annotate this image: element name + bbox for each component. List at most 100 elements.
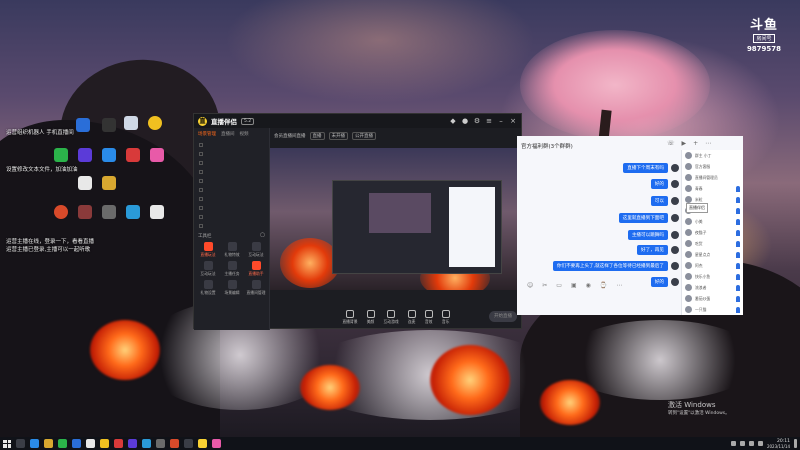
phone-icon[interactable]: ☏ (667, 140, 675, 147)
member-item[interactable]: 流浪者 (682, 282, 743, 293)
scene-item[interactable] (194, 149, 269, 158)
video-icon[interactable]: ▶ (682, 140, 687, 147)
avatar[interactable] (671, 214, 679, 222)
user-icon[interactable]: ● (461, 117, 469, 125)
desktop-icon[interactable] (120, 205, 146, 220)
edge-icon[interactable] (30, 439, 39, 448)
voice-icon[interactable]: ◉ (586, 282, 591, 289)
tool-button[interactable]: 互动玩法 (244, 242, 268, 258)
tool-button[interactable]: 主播任务 (220, 261, 244, 277)
avatar[interactable] (671, 246, 679, 254)
tab-scenes[interactable]: 场景管理 (198, 131, 216, 137)
control-background[interactable]: 直播背景 (342, 309, 358, 325)
taskbar-app-icon[interactable] (184, 439, 193, 448)
tool-button[interactable]: 直播玩法 (196, 242, 220, 258)
menu-icon[interactable]: ≡ (485, 117, 493, 125)
checkbox-icon[interactable] (199, 205, 203, 210)
member-item[interactable]: 夜猫子 (682, 227, 743, 238)
checkbox-icon[interactable] (199, 142, 203, 147)
input-method-icon[interactable] (757, 441, 763, 446)
streaming-app-taskbar-icon[interactable] (198, 439, 207, 448)
start-live-button[interactable]: 开始直播 (489, 311, 517, 322)
member-item[interactable]: 吃货 (682, 238, 743, 249)
windows-start-icon[interactable] (3, 439, 11, 448)
gift-icon[interactable]: ◆ (449, 117, 457, 125)
taskbar-app-icon[interactable] (100, 439, 109, 448)
tool-button[interactable]: 直播助手 (244, 261, 268, 277)
image-icon[interactable]: ▣ (571, 282, 577, 289)
desktop-icon[interactable] (96, 148, 122, 163)
scene-item[interactable] (194, 140, 269, 149)
add-member-icon[interactable]: + (693, 140, 698, 147)
checkbox-icon[interactable] (199, 187, 203, 192)
volume-icon[interactable] (748, 441, 754, 446)
taskbar-app-icon[interactable] (114, 439, 123, 448)
desktop-icon[interactable] (96, 176, 122, 191)
avatar[interactable] (671, 180, 679, 188)
desktop-icon[interactable] (72, 148, 98, 163)
wechat-icon[interactable] (58, 439, 67, 448)
file-explorer-icon[interactable] (44, 439, 53, 448)
desktop-icon[interactable] (120, 148, 146, 163)
scene-item[interactable] (194, 167, 269, 176)
recycle-bin[interactable] (118, 116, 144, 131)
member-item[interactable]: 群主 小丁 (682, 150, 743, 161)
scene-item[interactable] (194, 203, 269, 212)
folder-icon[interactable]: ▭ (556, 282, 562, 289)
tool-button[interactable]: 礼物设置 (196, 280, 220, 296)
member-item[interactable]: 快乐小鱼 (682, 271, 743, 282)
member-item[interactable]: 直播间管理员 (682, 172, 743, 183)
expand-icon[interactable]: ◯ (260, 233, 265, 239)
chevron-up-icon[interactable] (730, 441, 736, 446)
member-item[interactable]: 番茄炒蛋 (682, 293, 743, 304)
desktop-icon[interactable] (142, 116, 168, 131)
avatar[interactable] (671, 197, 679, 205)
member-item[interactable]: 官方客服 (682, 161, 743, 172)
more-icon[interactable]: ⋯ (616, 282, 622, 289)
avatar[interactable] (671, 164, 679, 172)
scissors-icon[interactable]: ✂ (542, 282, 547, 289)
system-clock[interactable]: 20:11 2023/11/14 (767, 439, 790, 449)
taskbar-app-icon[interactable] (128, 439, 137, 448)
checkbox-icon[interactable] (199, 223, 203, 228)
scene-item[interactable] (194, 176, 269, 185)
taskbar-app-icon[interactable] (156, 439, 165, 448)
member-item[interactable]: 一只猫 (682, 304, 743, 315)
more-icon[interactable]: ⋯ (705, 140, 711, 147)
settings-icon[interactable]: ⚙ (473, 117, 481, 125)
control-music[interactable]: 音乐 (441, 309, 450, 325)
checkbox-icon[interactable] (199, 151, 203, 156)
desktop-icon[interactable] (48, 148, 74, 163)
tool-button[interactable]: 直播间管理 (244, 280, 268, 296)
scene-item[interactable] (194, 194, 269, 203)
scene-item[interactable] (194, 212, 269, 221)
network-icon[interactable] (739, 441, 745, 446)
tool-button[interactable]: 场景编辑 (220, 280, 244, 296)
minimize-icon[interactable]: – (497, 117, 505, 125)
emoji-icon[interactable]: ☺ (527, 282, 533, 289)
scene-item[interactable] (194, 158, 269, 167)
tab-video[interactable]: 视频 (240, 131, 249, 137)
stream-preview[interactable] (270, 148, 522, 290)
avatar[interactable] (671, 262, 679, 270)
taskbar-app-icon[interactable] (142, 439, 151, 448)
history-icon[interactable]: ⌚ (600, 282, 607, 289)
checkbox-icon[interactable] (199, 169, 203, 174)
notification-icon[interactable] (794, 439, 797, 448)
control-games[interactable]: 互动游戏 (384, 309, 399, 325)
avatar[interactable] (671, 278, 679, 286)
search-icon[interactable] (16, 439, 25, 448)
taskbar-app-icon[interactable] (170, 439, 179, 448)
member-item[interactable]: 青春 (682, 183, 743, 194)
tab-room[interactable]: 直播间 (221, 131, 235, 137)
desktop-icon[interactable] (72, 176, 98, 191)
taskbar-app-icon[interactable] (72, 439, 81, 448)
desktop-icon[interactable] (144, 148, 170, 163)
desktop-icon[interactable] (48, 205, 74, 220)
member-item[interactable]: 星星点点 (682, 249, 743, 260)
taskbar-app-icon[interactable] (86, 439, 95, 448)
member-item[interactable]: 小美 (682, 216, 743, 227)
checkbox-icon[interactable] (199, 214, 203, 219)
desktop-icon[interactable] (96, 205, 122, 220)
close-icon[interactable]: × (509, 117, 517, 125)
